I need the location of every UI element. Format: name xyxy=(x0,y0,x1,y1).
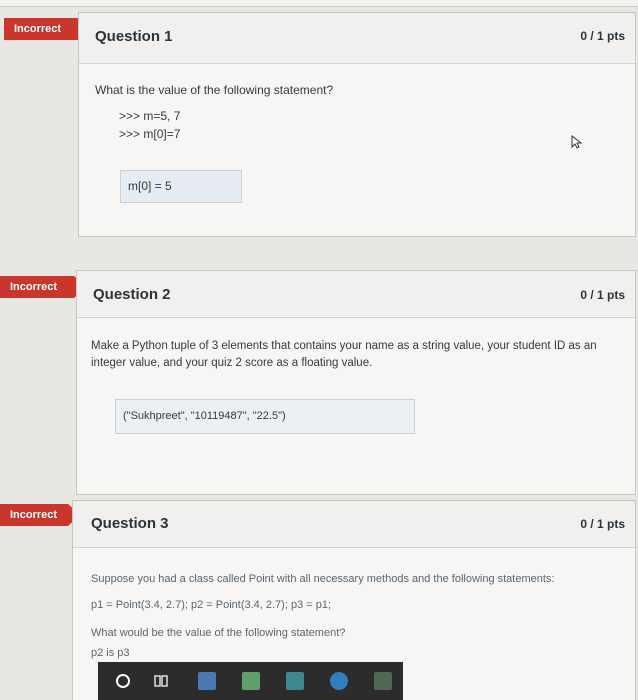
code-line: >>> m=5, 7 xyxy=(119,109,181,123)
question-title: Question 1 xyxy=(95,28,173,45)
incorrect-flag: Incorrect xyxy=(0,276,86,298)
store-icon[interactable] xyxy=(198,672,216,690)
task-view-icon[interactable] xyxy=(152,672,170,690)
answer-box: ("Sukhpreet", "10119487", "22.5") xyxy=(115,399,415,434)
question-prompt: What is the value of the following state… xyxy=(95,83,334,97)
question-points: 0 / 1 pts xyxy=(580,288,625,302)
question-prompt: Make a Python tuple of 3 elements that c… xyxy=(91,340,597,369)
answer-box: m[0] = 5 xyxy=(120,170,242,203)
edge-browser-icon[interactable] xyxy=(330,672,348,690)
search-circle-icon[interactable] xyxy=(114,672,132,690)
files-icon[interactable] xyxy=(242,672,260,690)
taskbar xyxy=(98,662,403,700)
media-icon[interactable] xyxy=(374,672,392,690)
question-title: Question 2 xyxy=(93,286,171,303)
mouse-cursor-icon xyxy=(571,135,583,149)
top-edge xyxy=(0,0,638,7)
question-card-2: Question 2 0 / 1 pts Make a Python tuple… xyxy=(76,270,636,495)
question-title: Question 3 xyxy=(91,515,169,532)
code-line: p1 = Point(3.4, 2.7); p2 = Point(3.4, 2.… xyxy=(91,599,332,611)
mail-icon[interactable] xyxy=(286,672,304,690)
question-prompt: Suppose you had a class called Point wit… xyxy=(91,573,555,585)
incorrect-flag: Incorrect xyxy=(0,504,80,526)
code-line: >>> m[0]=7 xyxy=(119,127,181,141)
question-header: Question 3 0 / 1 pts xyxy=(73,501,635,548)
question-prompt-2: What would be the value of the following… xyxy=(91,627,346,639)
question-points: 0 / 1 pts xyxy=(580,517,625,531)
question-points: 0 / 1 pts xyxy=(580,29,625,43)
question-header: Question 1 0 / 1 pts xyxy=(79,13,635,64)
code-block: >>> m=5, 7 >>> m[0]=7 xyxy=(119,107,180,143)
question-card-1: Question 1 0 / 1 pts What is the value o… xyxy=(78,12,636,237)
question-header: Question 2 0 / 1 pts xyxy=(77,271,635,318)
code-line-partial: p2 is p3 xyxy=(91,647,130,659)
